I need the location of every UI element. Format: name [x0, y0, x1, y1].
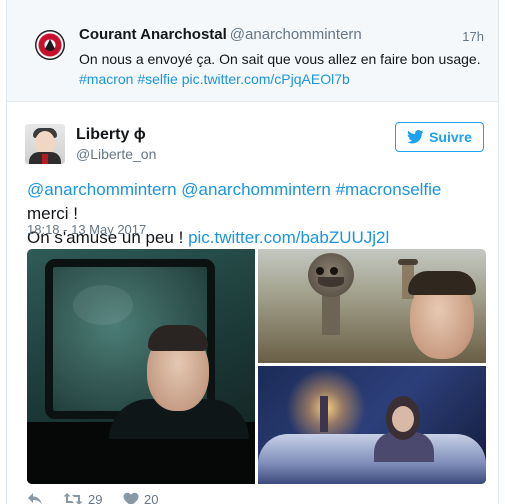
mention-link[interactable]: @anarchommintern [181, 180, 331, 199]
bird-icon [407, 130, 424, 144]
avatar-tie [42, 154, 48, 164]
lamp [320, 396, 328, 432]
retweet-count: 29 [88, 491, 103, 504]
person-face [392, 406, 414, 432]
hashtag-link[interactable]: #macronselfie [336, 180, 442, 199]
parent-tweet[interactable]: Courant Anarchostal @anarchommintern 17h … [6, 0, 499, 102]
parent-tweet-text: On nous a envoyé ça. On sait que vous al… [79, 49, 489, 89]
parent-pic-link[interactable]: pic.twitter.com/cPjqAEOl7b [182, 71, 350, 87]
tweet-text-part: merci ! [27, 204, 78, 223]
follow-button[interactable]: Suivre [395, 122, 484, 152]
media-image-emu[interactable] [258, 249, 486, 363]
main-tweet: Liberty ϕ @Liberte_on Suivre @anarchommi… [6, 102, 499, 504]
retweet-button[interactable]: 29 [63, 492, 123, 504]
emu-eye [316, 267, 324, 275]
media-image-tv[interactable] [27, 249, 255, 484]
author-avatar[interactable] [25, 124, 65, 164]
bed [258, 434, 486, 484]
emu-beak [318, 277, 344, 287]
parent-hashtags[interactable]: #macron #selfie [79, 71, 178, 87]
parent-timestamp[interactable]: 17h [462, 29, 484, 44]
emu-eye [330, 267, 338, 275]
tweet-timestamp[interactable]: 18:18 - 13 May 2017 [27, 222, 146, 237]
retweet-icon [63, 493, 83, 504]
author-handle[interactable]: @Liberte_on [76, 146, 156, 162]
emu-neck [322, 293, 340, 335]
media-grid [27, 249, 486, 484]
follow-button-label: Suivre [429, 129, 472, 145]
tv-glare [73, 285, 133, 325]
reply-icon [28, 493, 42, 504]
parent-author-handle[interactable]: @anarchommintern [230, 26, 362, 43]
mention-link[interactable]: @anarchommintern [27, 180, 177, 199]
person-hair [148, 325, 208, 351]
heart-icon [123, 492, 139, 504]
parent-avatar[interactable] [35, 30, 65, 60]
parent-author[interactable]: Courant Anarchostal @anarchommintern [79, 26, 362, 43]
like-button[interactable]: 20 [123, 492, 183, 504]
selfie-hair [408, 271, 476, 295]
parent-text-body: On nous a envoyé ça. On sait que vous al… [79, 51, 481, 67]
emu [300, 253, 362, 335]
tweet-text: @anarchommintern @anarchommintern #macro… [27, 178, 487, 250]
emu-head [308, 253, 354, 297]
like-count: 20 [144, 491, 159, 504]
parent-author-name[interactable]: Courant Anarchostal [79, 26, 227, 43]
pic-link[interactable]: pic.twitter.com/babZUUJj2l [188, 228, 389, 247]
tweet-actions: 29 20 [27, 490, 183, 504]
author-name[interactable]: Liberty ϕ [76, 126, 146, 144]
reply-button[interactable] [27, 492, 63, 504]
media-image-bed[interactable] [258, 366, 486, 484]
